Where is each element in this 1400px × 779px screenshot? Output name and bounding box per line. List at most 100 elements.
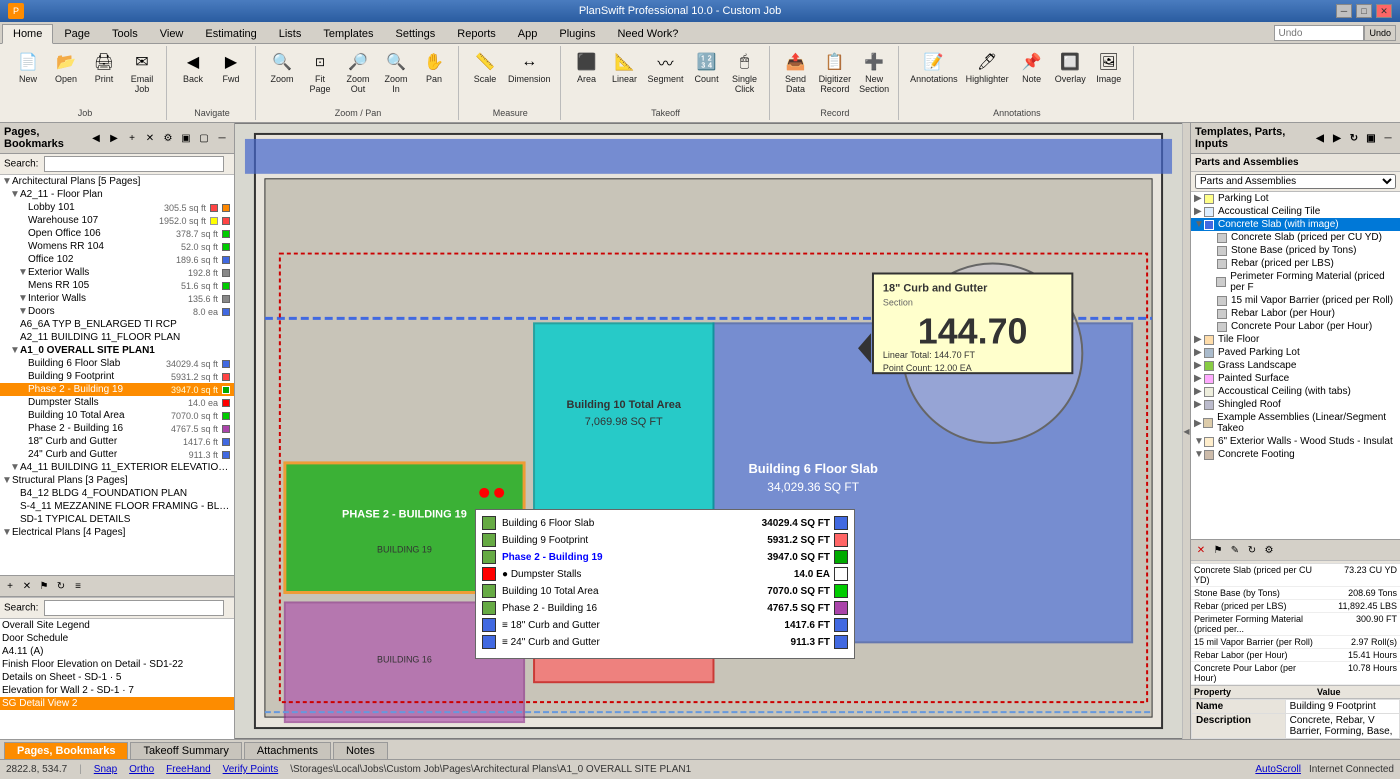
parts-item[interactable]: Rebar (priced per LBS) [1191,257,1400,270]
image-button[interactable]: 🖼Image [1091,48,1127,87]
tree-item[interactable]: A2_11 BUILDING 11_FLOOR PLAN [0,331,234,344]
bookmark-item[interactable]: Finish Floor Elevation on Detail - SD1-2… [0,658,234,671]
tab-reports[interactable]: Reports [446,23,507,43]
expand-icon[interactable]: ▶ [1194,193,1204,204]
dimension-button[interactable]: ↔Dimension [505,48,554,87]
tree-expand-icon[interactable]: ▼ [2,176,12,187]
tab-app[interactable]: App [507,23,549,43]
collapse-all-button[interactable]: ▢ [196,130,212,146]
pages-tree[interactable]: ▼ Architectural Plans [5 Pages] ▼ A2_11 … [0,175,234,575]
tree-item[interactable]: ▼ A1_0 OVERALL SITE PLAN1 [0,344,234,357]
remove-button2[interactable]: ✕ [19,578,35,594]
expand-button[interactable]: ▶ [106,130,122,146]
expand-icon[interactable]: ▼ [1194,436,1204,447]
minimize-button[interactable]: ─ [1336,4,1352,18]
single-click-button[interactable]: 🖱SingleClick [727,48,763,97]
search-input[interactable] [1274,25,1364,41]
tree-expand-icon[interactable]: ▼ [18,293,28,304]
forward-button[interactable]: ▶Fwd [213,48,249,87]
zoom-out-button[interactable]: 🔎ZoomOut [340,48,376,97]
parts-item[interactable]: ▼ Concrete Footing [1191,448,1400,461]
digitizer-record-button[interactable]: 📋DigitizerRecord [816,48,855,97]
tree-item[interactable]: ▼ Architectural Plans [5 Pages] [0,175,234,188]
status-autoscroll[interactable]: AutoScroll [1255,764,1301,775]
bookmarks-tree[interactable]: Overall Site Legend Door Schedule A4.11 … [0,619,234,739]
maximize-button[interactable]: □ [1356,4,1372,18]
templates-minus-button[interactable]: ─ [1380,130,1396,146]
tree-item[interactable]: Open Office 106 378.7 sq ft [0,227,234,240]
tree-item[interactable]: SD-1 TYPICAL DETAILS [0,513,234,526]
tab-tools[interactable]: Tools [101,23,149,43]
bookmark-item[interactable]: Overall Site Legend [0,619,234,632]
tab-settings[interactable]: Settings [385,23,447,43]
area-button[interactable]: ⬛Area [569,48,605,87]
add-button2[interactable]: + [2,578,18,594]
bookmark-item[interactable]: Door Schedule [0,632,234,645]
overlay-button[interactable]: 🔲Overlay [1052,48,1089,87]
new-button[interactable]: 📄New [10,48,46,87]
expand-icon[interactable]: ▶ [1194,206,1204,217]
tab-home[interactable]: Home [2,24,53,44]
parts-item[interactable]: ▼ 6" Exterior Walls - Wood Studs - Insul… [1191,435,1400,448]
templates-refresh-button[interactable]: ↻ [1346,130,1362,146]
tree-item[interactable]: Warehouse 107 1952.0 sq ft [0,214,234,227]
annotations-button[interactable]: 📝Annotations [907,48,961,87]
tree-expand-icon[interactable]: ▼ [10,345,20,356]
parts-item[interactable]: ▶ Tile Floor [1191,333,1400,346]
new-section-button[interactable]: ➕NewSection [856,48,892,97]
tree-item[interactable]: Dumpster Stalls 14.0 ea [0,396,234,409]
parts-item[interactable]: ▶ Accoustical Ceiling Tile [1191,205,1400,218]
settings-pages-button[interactable]: ⚙ [160,130,176,146]
tree-item[interactable]: ▼ Electrical Plans [4 Pages] [0,526,234,539]
fit-page-button[interactable]: ⊡FitPage [302,48,338,97]
pan-button[interactable]: ✋Pan [416,48,452,87]
parts-item[interactable]: ▶ Accoustical Ceiling (with tabs) [1191,385,1400,398]
parts-item[interactable]: Perimeter Forming Material (priced per F [1191,270,1400,294]
tree-item[interactable]: ▼ Exterior Walls 192.8 ft [0,266,234,279]
parts-item-selected[interactable]: ▼ Concrete Slab (with image) [1191,218,1400,231]
sort-button[interactable]: ≡ [70,578,86,594]
parts-item[interactable]: Concrete Slab (priced per CU YD) [1191,231,1400,244]
tree-item[interactable]: Office 102 189.6 sq ft [0,253,234,266]
bookmark-item[interactable]: Elevation for Wall 2 - SD-1 · 7 [0,684,234,697]
flag-button[interactable]: ⚑ [36,578,52,594]
tree-item[interactable]: Building 9 Footprint 5931.2 sq ft [0,370,234,383]
bookmark-item[interactable]: Details on Sheet - SD-1 · 5 [0,671,234,684]
minus-button[interactable]: ─ [214,130,230,146]
second-search-input[interactable] [44,600,224,616]
tree-item[interactable]: ▼ Interior Walls 135.6 ft [0,292,234,305]
tree-item[interactable]: Building 6 Floor Slab 34029.4 sq ft [0,357,234,370]
expand-icon[interactable]: ▶ [1194,418,1203,429]
linear-button[interactable]: 📐Linear [607,48,643,87]
parts-item[interactable]: 15 mil Vapor Barrier (priced per Roll) [1191,294,1400,307]
status-snap[interactable]: Snap [94,764,117,775]
parts-item[interactable]: Rebar Labor (per Hour) [1191,307,1400,320]
tree-item[interactable]: 24" Curb and Gutter 911.3 ft [0,448,234,461]
back-button[interactable]: ◀Back [175,48,211,87]
tree-item[interactable]: Womens RR 104 52.0 sq ft [0,240,234,253]
status-freehand[interactable]: FreeHand [166,764,210,775]
tree-item[interactable]: S-4_11 MEZZANINE FLOOR FRAMING - BLDG 11 [0,500,234,513]
parts-item[interactable]: ▶ Grass Landscape [1191,359,1400,372]
tree-expand-icon[interactable]: ▼ [18,306,28,317]
tree-item[interactable]: Building 10 Total Area 7070.0 sq ft [0,409,234,422]
tree-expand-icon[interactable]: ▼ [10,189,20,200]
bookmark-item-selected[interactable]: SG Detail View 2 [0,697,234,710]
tab-plugins[interactable]: Plugins [548,23,606,43]
tab-pages-bookmarks[interactable]: Pages, Bookmarks [4,742,128,759]
tab-templates[interactable]: Templates [312,23,384,43]
calc-refresh-button[interactable]: ↻ [1244,542,1260,558]
calc-edit-button[interactable]: ✎ [1227,542,1243,558]
tree-item[interactable]: Lobby 101 305.5 sq ft [0,201,234,214]
tree-item[interactable]: ▼ A2_11 - Floor Plan [0,188,234,201]
highlighter-button[interactable]: 🖊Highlighter [963,48,1012,87]
scale-button[interactable]: 📏Scale [467,48,503,87]
email-job-button[interactable]: ✉EmailJob [124,48,160,97]
refresh-button[interactable]: ↻ [53,578,69,594]
tree-expand-icon[interactable]: ▼ [2,527,12,538]
tree-item-selected[interactable]: Phase 2 - Building 19 3947.0 sq ft [0,383,234,396]
remove-page-button[interactable]: ✕ [142,130,158,146]
tree-item[interactable]: 18" Curb and Gutter 1417.6 ft [0,435,234,448]
parts-item[interactable]: ▶ Paved Parking Lot [1191,346,1400,359]
tree-expand-icon[interactable]: ▼ [10,462,20,473]
